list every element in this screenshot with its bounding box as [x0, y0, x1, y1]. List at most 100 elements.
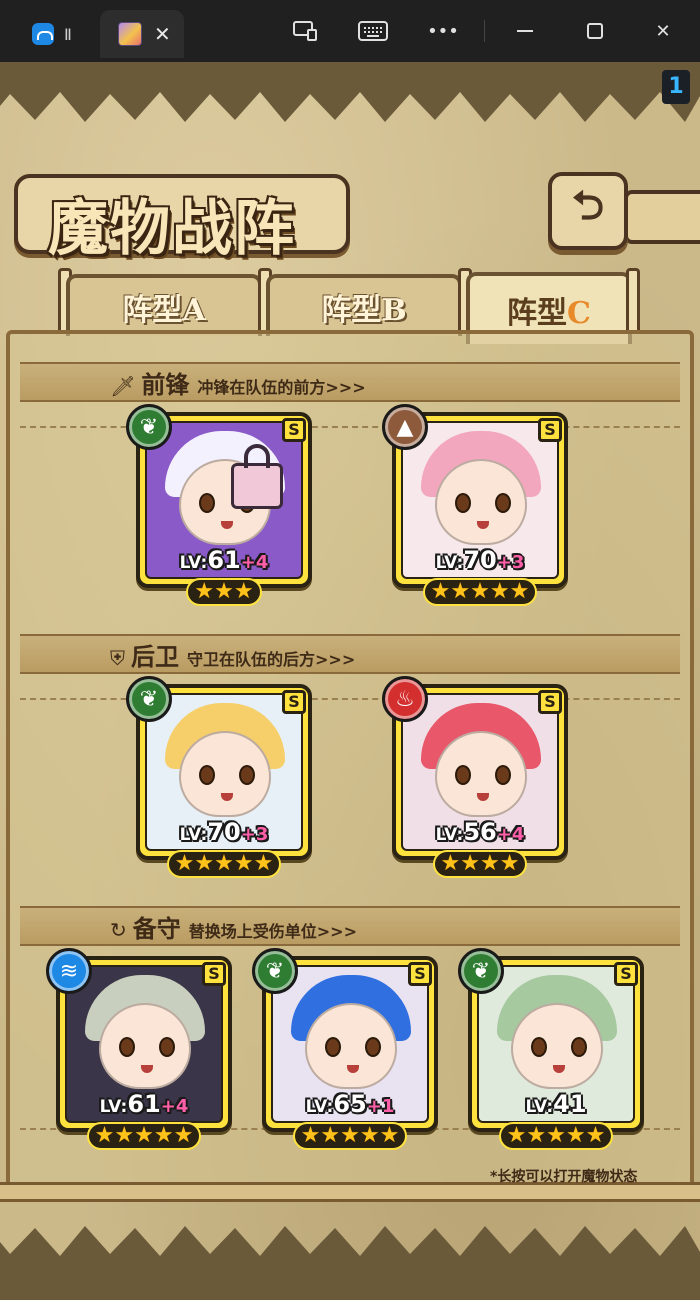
star-icon: ★: [526, 1123, 547, 1148]
rank-badge: S: [408, 962, 432, 986]
star-icon: ★: [253, 851, 274, 876]
monster-card[interactable]: ▲ S LV:70+3 ★ ★ ★ ★ ★: [382, 404, 568, 606]
star-icon: ★: [585, 1123, 606, 1148]
star-rating-plate: ★ ★ ★ ★ ★: [498, 1122, 614, 1150]
browser-tab-app[interactable]: Ⅱ: [20, 10, 98, 58]
window-titlebar: Ⅱ ✕ ••• ✕: [0, 0, 700, 62]
tab-label: 阵型: [507, 296, 568, 331]
rank-badge: S: [282, 418, 306, 442]
star-rating: ★ ★ ★ ★ ★: [392, 578, 568, 608]
rank-badge: S: [538, 690, 562, 714]
monster-card[interactable]: ❦ S LV:70+3 ★ ★ ★ ★ ★: [126, 676, 312, 878]
monster-card[interactable]: ♨ S LV:56+4 ★ ★ ★ ★: [382, 676, 568, 878]
star-icon: ★: [430, 579, 451, 604]
tab-formation-a[interactable]: 阵型A: [66, 274, 262, 336]
section-title: 后卫: [131, 641, 179, 671]
level-prefix: LV:: [179, 825, 208, 845]
tab-suffix: A: [182, 293, 206, 328]
portrait-eye: [119, 1037, 135, 1057]
star-rating-plate: ★ ★ ★ ★ ★: [166, 850, 282, 878]
screen-cast-icon[interactable]: [288, 14, 322, 48]
tab-formation-b[interactable]: 阵型B: [266, 274, 462, 336]
monster-card[interactable]: ❦ S LV:65+1 ★ ★ ★ ★ ★: [252, 948, 438, 1150]
star-icon: ★: [499, 851, 520, 876]
game-screen: 1 魔物战阵 ⮌ 阵型A 阵型B 阵型C 🗡 前锋 冲锋在队伍的前方>>> ⛨ …: [0, 62, 700, 1300]
star-icon: ★: [509, 579, 530, 604]
maximize-icon[interactable]: [578, 14, 612, 48]
star-rating: ★ ★ ★ ★ ★: [262, 1122, 438, 1152]
back-button[interactable]: ⮌: [548, 172, 628, 250]
rank-badge: S: [202, 962, 226, 986]
star-rating-plate: ★ ★ ★ ★ ★: [422, 578, 538, 606]
tab-label: 阵型: [122, 293, 183, 328]
close-window-icon[interactable]: ✕: [646, 14, 680, 48]
star-icon: ★: [214, 851, 234, 876]
portrait-eye: [455, 765, 471, 785]
star-icon: ★: [546, 1123, 566, 1148]
level-prefix: LV:: [525, 1097, 554, 1117]
portrait-eye: [495, 765, 511, 785]
star-icon: ★: [114, 1123, 135, 1148]
level-bonus: +4: [496, 824, 525, 845]
portrait-eye: [325, 1037, 341, 1057]
monster-level: LV:70+3: [392, 546, 568, 574]
portrait-eye: [571, 1037, 587, 1057]
star-icon: ★: [450, 579, 471, 604]
star-icon: ★: [194, 579, 215, 604]
titlebar-divider: [484, 20, 485, 42]
divider: [20, 698, 680, 700]
fire-element-icon: ♨: [382, 676, 428, 722]
level-bonus: +3: [240, 824, 269, 845]
level-prefix: LV:: [435, 553, 464, 573]
portrait-eye: [495, 493, 511, 513]
monster-level: LV:61+4: [136, 546, 312, 574]
sword-icon: 🗡: [110, 373, 136, 398]
monster-card[interactable]: ≋ S LV:61+4 ★ ★ ★ ★ ★: [46, 948, 232, 1150]
star-icon: ★: [460, 851, 480, 876]
browser-tab-game[interactable]: ✕: [100, 10, 184, 58]
portrait-eye: [239, 765, 255, 785]
level-value: 61: [207, 546, 241, 574]
more-options-icon[interactable]: •••: [426, 14, 460, 48]
portrait-eye: [159, 1037, 175, 1057]
section-title: 备守: [132, 913, 181, 943]
minimize-icon[interactable]: [508, 14, 542, 48]
section-vanguard-header: 🗡 前锋 冲锋在队伍的前方>>>: [20, 362, 680, 402]
section-description: 替换场上受伤单位>>>: [188, 921, 357, 941]
star-rating: ★ ★ ★ ★ ★: [56, 1122, 232, 1152]
level-value: 70: [463, 546, 497, 574]
section-reserve-header: ↻ 备守 替换场上受伤单位>>>: [20, 906, 680, 946]
star-icon: ★: [480, 851, 500, 876]
rank-badge: S: [538, 418, 562, 442]
monster-level: LV:41: [468, 1090, 644, 1118]
level-prefix: LV:: [305, 1097, 334, 1117]
page-number-badge: 1: [662, 70, 690, 104]
monster-card[interactable]: ❦ S LV:61+4 ★ ★ ★: [126, 404, 312, 606]
tab-label: 阵型: [321, 293, 382, 328]
portrait-face: [99, 1003, 191, 1089]
grass-element-icon: ❦: [126, 676, 172, 722]
building-icon: Ⅱ: [64, 24, 72, 44]
star-rating: ★ ★ ★: [136, 578, 312, 608]
star-rating: ★ ★ ★ ★ ★: [468, 1122, 644, 1152]
star-rating: ★ ★ ★ ★: [392, 850, 568, 880]
bottom-jagged-border: [0, 1226, 700, 1300]
star-icon: ★: [153, 1123, 174, 1148]
portrait-face: [179, 731, 271, 817]
portrait-eye: [199, 765, 215, 785]
keyboard-icon[interactable]: [356, 14, 390, 48]
tab-close-icon[interactable]: ✕: [154, 24, 171, 44]
star-rating-plate: ★ ★ ★ ★ ★: [86, 1122, 202, 1150]
level-value: 56: [463, 818, 497, 846]
star-rating-plate: ★ ★ ★ ★: [432, 850, 528, 878]
monster-card[interactable]: ❦ S LV:41 ★ ★ ★ ★ ★: [458, 948, 644, 1150]
portrait-eye: [455, 493, 471, 513]
star-icon: ★: [320, 1123, 341, 1148]
portrait-eye: [199, 493, 215, 513]
game-thumbnail-icon: [118, 22, 142, 46]
portrait-face: [305, 1003, 397, 1089]
level-value: 41: [553, 1090, 587, 1118]
rank-badge: S: [282, 690, 306, 714]
star-icon: ★: [506, 1123, 527, 1148]
star-icon: ★: [194, 851, 215, 876]
